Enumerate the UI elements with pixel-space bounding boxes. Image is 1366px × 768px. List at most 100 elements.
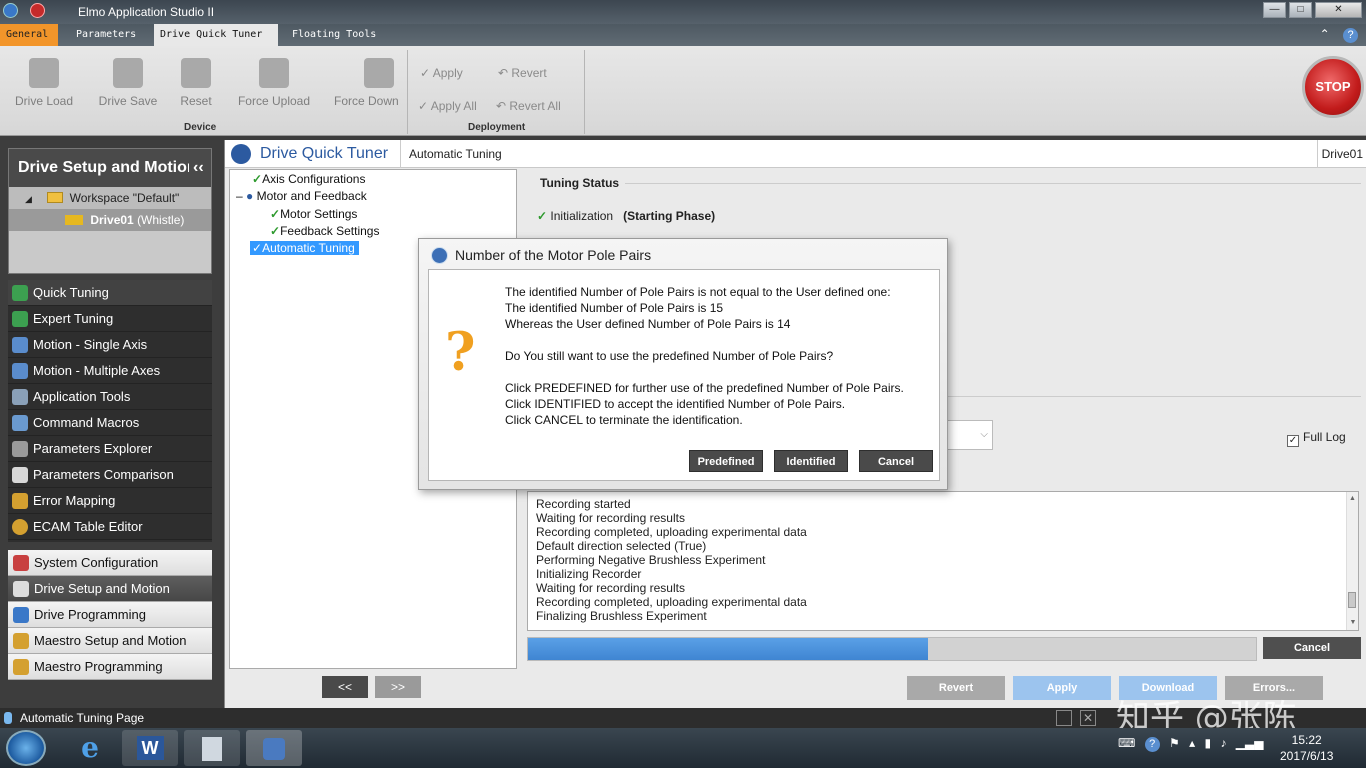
drive-load-button[interactable]: Drive Load	[12, 54, 76, 108]
calculator-icon[interactable]	[184, 730, 240, 766]
log-line: Finalizing Brushless Experiment	[536, 609, 707, 623]
drive-node[interactable]: Drive01 (Whistle)	[9, 209, 211, 231]
cancel-button[interactable]: Cancel	[859, 450, 933, 472]
volume-icon[interactable]: ♪	[1220, 736, 1226, 750]
battery-icon[interactable]: ▮	[1205, 736, 1212, 750]
show-hidden-icon[interactable]: ▴	[1189, 736, 1195, 750]
revert-button[interactable]: ↶ Revert	[498, 66, 547, 80]
expand-icon[interactable]: ◢	[25, 194, 32, 204]
revert-button[interactable]: Revert	[907, 676, 1005, 700]
check-icon: ✓	[252, 241, 263, 255]
force-download-icon	[364, 58, 394, 88]
elmo-studio-icon[interactable]	[246, 730, 302, 766]
drive-save-button[interactable]: Drive Save	[96, 54, 160, 108]
nav-quick-tuning[interactable]: Quick Tuning	[8, 280, 212, 306]
action-center-icon[interactable]: ⚑	[1169, 736, 1180, 750]
drive-load-icon	[29, 58, 59, 88]
close-button[interactable]: ✕	[1315, 2, 1362, 18]
status-icon	[4, 712, 12, 724]
tree-automatic-tuning[interactable]: ✓Automatic Tuning	[250, 241, 359, 255]
app-icon[interactable]	[3, 3, 18, 18]
nav-label: Parameters Explorer	[33, 441, 153, 456]
nav-ecam-table-editor[interactable]: ECAM Table Editor	[8, 514, 212, 540]
tree-feedback-settings[interactable]: ✓Feedback Settings	[270, 224, 379, 238]
tab-floating-tools[interactable]: Floating Tools	[286, 24, 382, 46]
nav-expert-tuning[interactable]: Expert Tuning	[8, 306, 212, 332]
keyboard-icon[interactable]: ⌨	[1118, 736, 1135, 750]
nav-motion-multiple-axes[interactable]: Motion - Multiple Axes	[8, 358, 212, 384]
collapse-ribbon-icon[interactable]: ⌃	[1320, 27, 1330, 41]
prev-page-button[interactable]: <<	[322, 676, 368, 698]
maximize-button[interactable]: □	[1289, 2, 1312, 18]
app-logo-icon	[431, 247, 448, 264]
collapse-icon[interactable]: –	[236, 189, 243, 203]
log-line: Performing Negative Brushless Experiment	[536, 553, 766, 567]
drive-setup-panel: Drive Setup and Motion ‹‹ ◢ Workspace "D…	[8, 148, 212, 274]
close-view-icon[interactable]: ✕	[1080, 710, 1096, 726]
dialog-line: Click CANCEL to terminate the identifica…	[505, 413, 743, 427]
nav-maestro-programming[interactable]: Maestro Programming	[8, 654, 212, 680]
nav-parameters-explorer[interactable]: Parameters Explorer	[8, 436, 212, 462]
log-line: Default direction selected (True)	[536, 539, 707, 553]
tuning-progress-bar	[527, 637, 1257, 661]
tab-general[interactable]: General	[0, 24, 58, 46]
collapse-panel-icon[interactable]: ‹‹	[189, 149, 208, 187]
drive-name: Drive01	[90, 213, 134, 227]
progress-cancel-button[interactable]: Cancel	[1263, 637, 1361, 659]
nav-parameters-comparison[interactable]: Parameters Comparison	[8, 462, 212, 488]
network-icon[interactable]: ▁▃▅	[1236, 736, 1264, 750]
tree-motor-settings[interactable]: ✓Motor Settings	[270, 207, 357, 221]
tab-drive-quick-tuner[interactable]: Drive Quick Tuner	[154, 24, 278, 46]
force-download-button[interactable]: Force Down	[334, 54, 400, 108]
scroll-up-icon[interactable]: ▲	[1347, 492, 1358, 506]
taskbar: e W ⌨ ? ⚑ ▴ ▮ ♪ ▁▃▅ 15:22 2017/6/13	[0, 728, 1366, 768]
predefined-button[interactable]: Predefined	[689, 450, 763, 472]
tab-parameters[interactable]: Parameters	[70, 24, 142, 46]
nav-drive-programming[interactable]: Drive Programming	[8, 602, 212, 628]
clock-time: 15:22	[1291, 733, 1322, 747]
help-icon[interactable]: ?	[1343, 28, 1358, 43]
ie-icon[interactable]: e	[62, 730, 118, 766]
scroll-thumb[interactable]	[1348, 592, 1356, 608]
apply-button[interactable]: Apply	[1013, 676, 1111, 700]
tree-motor-feedback[interactable]: – ● Motor and Feedback	[236, 189, 367, 203]
nav-drive-setup-motion[interactable]: Drive Setup and Motion	[8, 576, 212, 602]
identified-button[interactable]: Identified	[774, 450, 848, 472]
tree-axis-configurations[interactable]: ✓Axis Configurations	[252, 172, 365, 186]
checkbox-icon[interactable]: ✓	[1287, 435, 1299, 447]
help-area: ⌃ ?	[1320, 27, 1358, 43]
clock[interactable]: 15:22 2017/6/13	[1280, 732, 1333, 764]
expand-view-icon[interactable]	[1056, 710, 1072, 726]
revert-all-button[interactable]: ↶ Revert All	[496, 99, 561, 113]
apply-all-button[interactable]: ✓ Apply All	[418, 99, 477, 113]
next-page-button[interactable]: >>	[375, 676, 421, 698]
reset-button[interactable]: Reset	[176, 54, 216, 108]
minimize-button[interactable]: —	[1263, 2, 1286, 18]
apply-button[interactable]: ✓ Apply	[420, 66, 463, 80]
stop-quick-icon[interactable]	[30, 3, 45, 18]
log-scrollbar[interactable]: ▲ ▼	[1346, 492, 1358, 630]
bullet-icon: ●	[246, 189, 254, 203]
nav-command-macros[interactable]: Command Macros	[8, 410, 212, 436]
workspace-node[interactable]: ◢ Workspace "Default"	[9, 187, 211, 209]
scroll-down-icon[interactable]: ▼	[1347, 616, 1359, 630]
force-upload-button[interactable]: Force Upload	[232, 54, 316, 108]
nav-motion-single-axis[interactable]: Motion - Single Axis	[8, 332, 212, 358]
system-tray: ⌨ ? ⚑ ▴ ▮ ♪ ▁▃▅	[1118, 736, 1263, 752]
deployment-group-label: Deployment	[468, 122, 526, 133]
log-line: Waiting for recording results	[536, 581, 685, 595]
log-filter-dropdown[interactable]: ⌵	[943, 420, 993, 450]
nav-label: Application Tools	[33, 389, 131, 404]
quick-tuning-icon	[12, 285, 28, 301]
help-tray-icon[interactable]: ?	[1144, 737, 1160, 752]
word-icon[interactable]: W	[122, 730, 178, 766]
nav-system-configuration[interactable]: System Configuration	[8, 550, 212, 576]
start-button[interactable]	[6, 730, 46, 766]
nav-application-tools[interactable]: Application Tools	[8, 384, 212, 410]
stop-button[interactable]: STOP	[1302, 56, 1364, 118]
nav-maestro-setup-motion[interactable]: Maestro Setup and Motion	[8, 628, 212, 654]
nav-error-mapping[interactable]: Error Mapping	[8, 488, 212, 514]
ribbon-separator	[407, 50, 408, 134]
log-output[interactable]: Recording started Waiting for recording r…	[527, 491, 1359, 631]
full-log-checkbox[interactable]: ✓ Full Log	[1287, 430, 1346, 447]
